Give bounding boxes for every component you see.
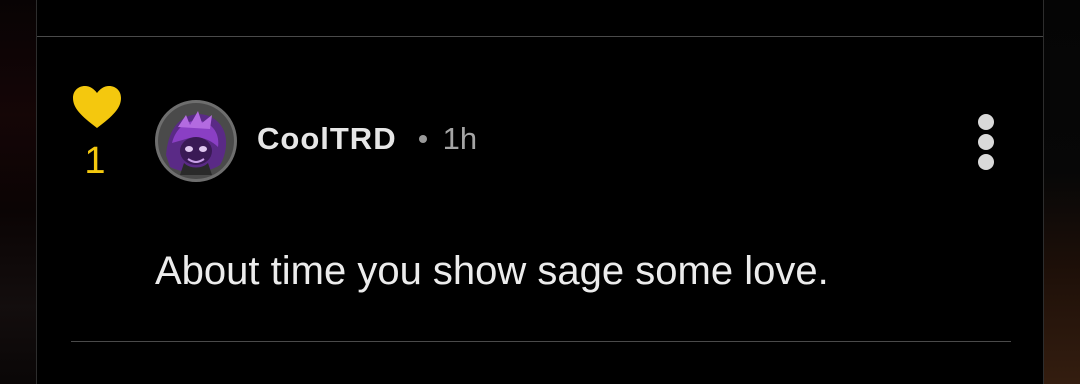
separator-dot [418, 135, 427, 143]
more-vertical-icon-dot-middle [978, 134, 994, 150]
comment-screen: 1 CoolTRD 1h About time you show sage so… [0, 0, 1080, 384]
more-options-button[interactable] [973, 114, 999, 170]
comment-header: CoolTRD 1h [257, 116, 477, 162]
more-vertical-icon-dot-top [978, 114, 994, 130]
timestamp: 1h [442, 121, 478, 156]
background-edge-left [0, 0, 36, 384]
like-control[interactable]: 1 [69, 84, 125, 180]
comment-body: About time you show sage some love. [155, 249, 829, 293]
like-count: 1 [84, 140, 106, 182]
heart-icon[interactable] [71, 84, 123, 130]
avatar[interactable] [155, 100, 237, 182]
author-name[interactable]: CoolTRD [257, 121, 397, 157]
bottom-divider [71, 341, 1011, 342]
top-divider [37, 36, 1043, 37]
more-vertical-icon-dot-bottom [978, 154, 994, 170]
avatar-image [158, 103, 234, 179]
background-edge-right [1044, 0, 1080, 384]
comment-panel: 1 CoolTRD 1h About time you show sage so… [36, 0, 1044, 384]
